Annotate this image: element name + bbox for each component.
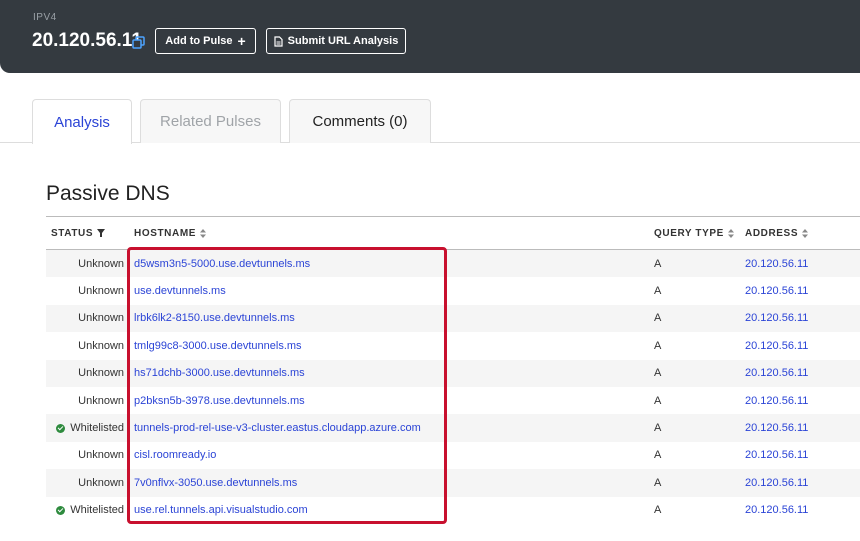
query-type-cell: A bbox=[654, 476, 662, 489]
sort-icon[interactable] bbox=[727, 228, 734, 238]
address-link[interactable]: 20.120.56.11 bbox=[745, 469, 808, 496]
status-text: Unknown bbox=[78, 257, 124, 270]
table-header: STATUS HOSTNAME QUERY TYPE ADDRESS bbox=[46, 216, 860, 250]
table-row: Unknown hs71dchb-3000.use.devtunnels.ms A 2… bbox=[46, 359, 860, 387]
hostname-link[interactable]: lrbk6lk2-8150.use.devtunnels.ms bbox=[134, 305, 295, 332]
address-link[interactable]: 20.120.56.11 bbox=[745, 387, 808, 414]
plus-icon: + bbox=[237, 33, 246, 49]
status-cell: Unknown bbox=[46, 387, 124, 414]
query-type-cell: A bbox=[654, 367, 662, 380]
add-to-pulse-button[interactable]: Add to Pulse + bbox=[155, 28, 256, 54]
column-hostname-label: HOSTNAME bbox=[134, 227, 197, 239]
check-circle-icon bbox=[56, 505, 66, 515]
add-to-pulse-label: Add to Pulse bbox=[165, 35, 233, 47]
table-row: Unknown cisl.roomready.io A 20.120.56.11 bbox=[46, 442, 860, 469]
query-type-cell: A bbox=[654, 285, 662, 298]
tab-analysis[interactable]: Analysis bbox=[32, 99, 132, 144]
hostname-link[interactable]: p2bksn5b-3978.use.devtunnels.ms bbox=[134, 387, 305, 414]
submit-url-analysis-label: Submit URL Analysis bbox=[287, 35, 399, 47]
query-type-cell: A bbox=[654, 257, 662, 270]
query-type-cell: A bbox=[654, 422, 662, 435]
column-header-query-type[interactable]: QUERY TYPE bbox=[654, 217, 734, 249]
status-cell: Unknown bbox=[46, 332, 124, 359]
hostname-link[interactable]: tmlg99c8-3000.use.devtunnels.ms bbox=[134, 332, 302, 359]
passive-dns-table: STATUS HOSTNAME QUERY TYPE ADDRESS Unkno… bbox=[46, 216, 860, 524]
check-circle-icon bbox=[56, 423, 66, 433]
column-status-label: STATUS bbox=[51, 227, 94, 239]
status-cell: Unknown bbox=[46, 360, 124, 387]
status-text: Unknown bbox=[78, 312, 124, 325]
query-type-cell: A bbox=[654, 449, 662, 462]
table-row: Unknown d5wsm3n5-5000.use.devtunnels.ms A 2… bbox=[46, 250, 860, 278]
address-link[interactable]: 20.120.56.11 bbox=[745, 414, 808, 441]
address-link[interactable]: 20.120.56.11 bbox=[745, 277, 808, 304]
table-row: Unknown use.devtunnels.ms A 20.120.56.11 bbox=[46, 277, 860, 304]
tab-comments[interactable]: Comments (0) bbox=[289, 99, 431, 143]
status-text: Unknown bbox=[78, 339, 124, 352]
table-row: Unknown tmlg99c8-3000.use.devtunnels.ms A 2… bbox=[46, 332, 860, 359]
hostname-link[interactable]: d5wsm3n5-5000.use.devtunnels.ms bbox=[134, 250, 310, 277]
hostname-link[interactable]: cisl.roomready.io bbox=[134, 442, 216, 469]
status-cell: Unknown bbox=[46, 250, 124, 277]
status-text: Unknown bbox=[78, 367, 124, 380]
status-text: Unknown bbox=[78, 449, 124, 462]
hostname-link[interactable]: hs71dchb-3000.use.devtunnels.ms bbox=[134, 360, 305, 387]
hostname-link[interactable]: use.devtunnels.ms bbox=[134, 277, 226, 304]
table-row: Unknown p2bksn5b-3978.use.devtunnels.ms A 2… bbox=[46, 387, 860, 414]
table-row: Whitelisted use.rel.tunnels.api.visualstu… bbox=[46, 497, 860, 524]
status-cell: Whitelisted bbox=[46, 497, 124, 524]
hostname-link[interactable]: use.rel.tunnels.api.visualstudio.com bbox=[134, 497, 308, 524]
sort-icon[interactable] bbox=[200, 228, 207, 238]
status-cell: Unknown bbox=[46, 469, 124, 496]
address-link[interactable]: 20.120.56.11 bbox=[745, 305, 808, 332]
address-link[interactable]: 20.120.56.11 bbox=[745, 360, 808, 387]
column-header-address[interactable]: ADDRESS bbox=[745, 217, 809, 249]
status-text: Whitelisted bbox=[70, 504, 124, 517]
address-link[interactable]: 20.120.56.11 bbox=[745, 497, 808, 524]
table-row: Unknown 7v0nflvx-3050.use.devtunnels.ms A 2… bbox=[46, 469, 860, 497]
column-header-status[interactable]: STATUS bbox=[51, 217, 106, 249]
column-header-hostname[interactable]: HOSTNAME bbox=[134, 217, 207, 249]
address-link[interactable]: 20.120.56.11 bbox=[745, 332, 808, 359]
section-title-passive-dns: Passive DNS bbox=[46, 182, 170, 205]
table-body: Unknown d5wsm3n5-5000.use.devtunnels.ms A 2… bbox=[46, 250, 860, 524]
column-address-label: ADDRESS bbox=[745, 227, 799, 239]
hostname-link[interactable]: tunnels-prod-rel-use-v3-cluster.eastus.c… bbox=[134, 414, 421, 441]
query-type-cell: A bbox=[654, 339, 662, 352]
indicator-type-label: IPV4 bbox=[33, 12, 57, 23]
status-text: Unknown bbox=[78, 285, 124, 298]
copy-icon[interactable] bbox=[132, 36, 146, 50]
query-type-cell: A bbox=[654, 504, 662, 517]
tab-related-pulses[interactable]: Related Pulses bbox=[140, 99, 281, 143]
status-text: Unknown bbox=[78, 476, 124, 489]
status-text: Whitelisted bbox=[70, 422, 124, 435]
column-query-type-label: QUERY TYPE bbox=[654, 227, 724, 239]
document-icon bbox=[274, 35, 283, 47]
status-cell: Unknown bbox=[46, 442, 124, 469]
status-text: Unknown bbox=[78, 394, 124, 407]
query-type-cell: A bbox=[654, 312, 662, 325]
status-cell: Unknown bbox=[46, 305, 124, 332]
query-type-cell: A bbox=[654, 394, 662, 407]
table-row: Unknown lrbk6lk2-8150.use.devtunnels.ms A 2… bbox=[46, 304, 860, 333]
address-link[interactable]: 20.120.56.11 bbox=[745, 250, 808, 277]
table-row: Whitelisted tunnels-prod-rel-use-v3-clust… bbox=[46, 414, 860, 442]
submit-url-analysis-button[interactable]: Submit URL Analysis bbox=[266, 28, 406, 54]
sort-icon[interactable] bbox=[802, 228, 809, 238]
hostname-link[interactable]: 7v0nflvx-3050.use.devtunnels.ms bbox=[134, 469, 297, 496]
status-cell: Whitelisted bbox=[46, 414, 124, 441]
indicator-ip-title: 20.120.56.11 bbox=[32, 30, 142, 51]
filter-icon[interactable] bbox=[97, 229, 106, 237]
address-link[interactable]: 20.120.56.11 bbox=[745, 442, 808, 469]
status-cell: Unknown bbox=[46, 277, 124, 304]
indicator-header: IPV4 20.120.56.11 Add to Pulse + Submit … bbox=[0, 0, 860, 73]
